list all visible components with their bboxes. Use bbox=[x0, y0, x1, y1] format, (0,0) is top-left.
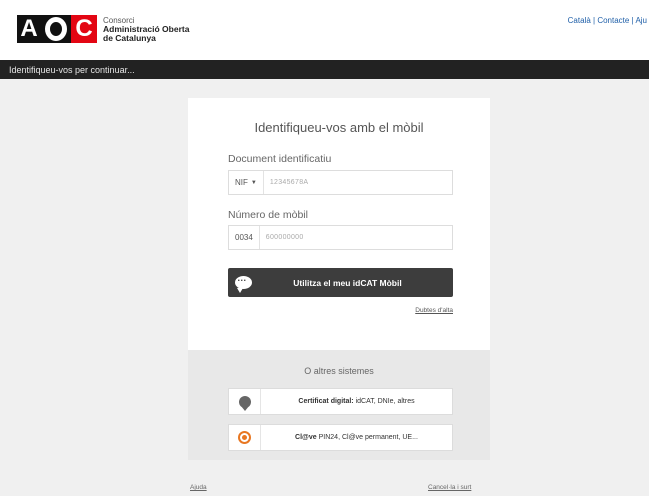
header: A C Consorci Administració Oberta de Cat… bbox=[0, 0, 649, 60]
help-header-link[interactable]: Aju bbox=[635, 16, 647, 25]
phone-label: Número de mòbil bbox=[228, 209, 308, 221]
clave-button[interactable]: Cl@ve PIN24, Cl@ve permanent, UE... bbox=[228, 424, 453, 451]
login-card: Identifiqueu-vos amb el mòbil Document i… bbox=[188, 98, 490, 350]
certificate-label-bold: Certificat digital: bbox=[298, 398, 354, 405]
chat-bubble-icon bbox=[228, 268, 258, 297]
help-footer-link[interactable]: Ajuda bbox=[190, 484, 207, 491]
document-field[interactable]: NIF ▼ 12345678A bbox=[228, 170, 453, 195]
instruction-bar: Identifiqueu-vos per continuar... bbox=[0, 60, 649, 79]
digital-certificate-button[interactable]: Certificat digital: idCAT, DNIe, altres bbox=[228, 388, 453, 415]
logo-letter-o bbox=[41, 15, 71, 43]
logo-letter-a: A bbox=[17, 15, 41, 43]
document-type-select[interactable]: NIF ▼ bbox=[229, 171, 264, 194]
certificate-badge-icon bbox=[238, 395, 251, 411]
phone-prefix: 0034 bbox=[229, 226, 260, 249]
aoc-logo[interactable]: A C Consorci Administració Oberta de Cat… bbox=[17, 15, 189, 43]
help-signup-link[interactable]: Dubtes d'alta bbox=[188, 307, 453, 314]
phone-field[interactable]: 0034 600000000 bbox=[228, 225, 453, 250]
org-name-line2: de Catalunya bbox=[103, 32, 156, 43]
other-systems-title: O altres sistemes bbox=[304, 366, 374, 376]
contact-link[interactable]: Contacte bbox=[597, 16, 629, 25]
clave-icon bbox=[238, 431, 251, 444]
header-links: Català | Contacte | Aju bbox=[567, 16, 647, 25]
language-link[interactable]: Català bbox=[568, 16, 591, 25]
chevron-down-icon: ▼ bbox=[250, 179, 257, 186]
idcat-mobil-button-label: Utilitza el meu idCAT Mòbil bbox=[293, 277, 402, 288]
organization-name: Consorci Administració Oberta de Catalun… bbox=[103, 16, 189, 43]
card-title: Identifiqueu-vos amb el mòbil bbox=[254, 120, 424, 135]
logo-letter-c: C bbox=[71, 15, 97, 43]
phone-input[interactable]: 600000000 bbox=[260, 234, 304, 241]
document-type-value: NIF bbox=[235, 178, 248, 187]
certificate-label-rest: idCAT, DNIe, altres bbox=[353, 398, 415, 405]
document-input[interactable]: 12345678A bbox=[264, 179, 309, 186]
clave-label-bold: Cl@ve bbox=[295, 434, 317, 441]
other-systems-panel: O altres sistemes Certificat digital: id… bbox=[188, 350, 490, 460]
idcat-mobil-button[interactable]: Utilitza el meu idCAT Mòbil bbox=[228, 268, 453, 297]
clave-label-rest: PIN24, Cl@ve permanent, UE... bbox=[316, 434, 418, 441]
cancel-exit-link[interactable]: Cancel·la i surt bbox=[428, 484, 471, 491]
document-label: Document identificatiu bbox=[228, 153, 332, 165]
